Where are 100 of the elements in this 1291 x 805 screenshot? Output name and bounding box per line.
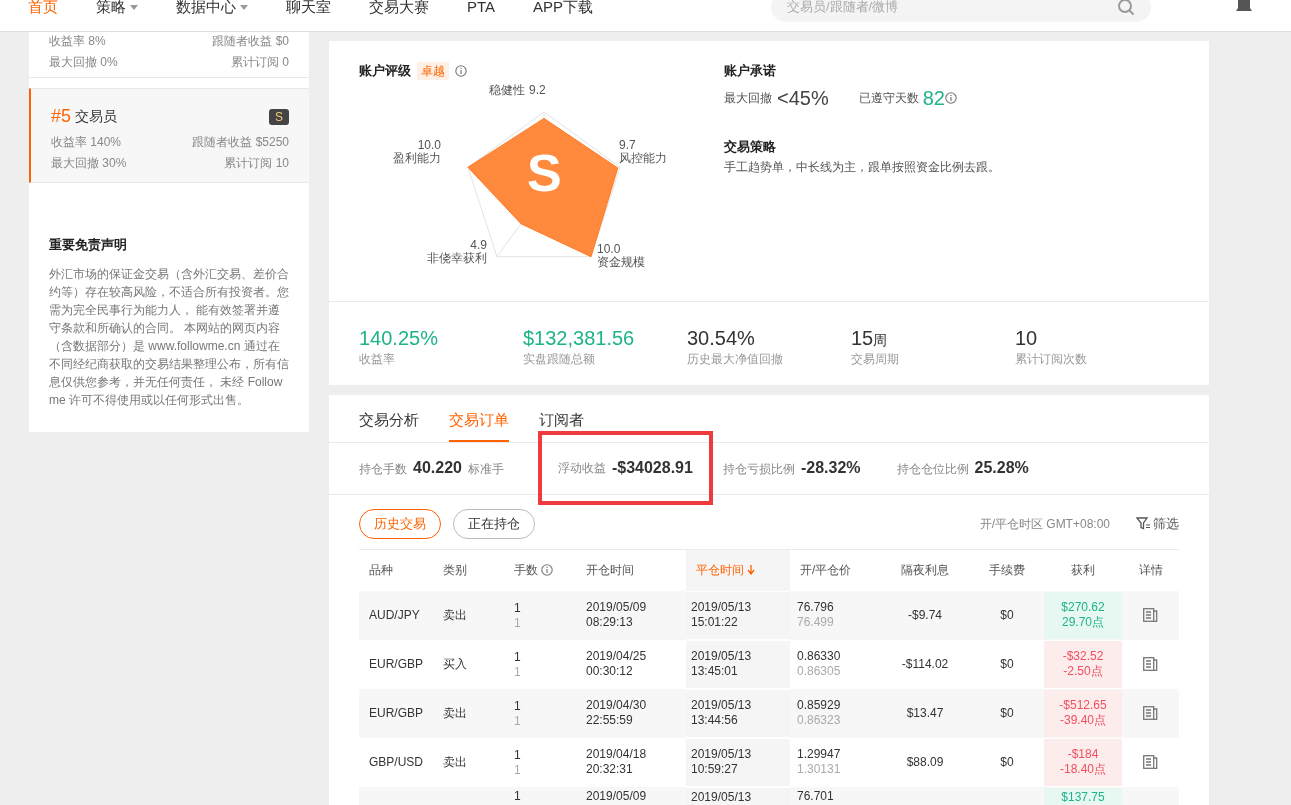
stat-label: 持仓亏损比例 [722,461,795,478]
table-cell-text: 2019/05/13 [691,789,753,805]
nav-link[interactable]: 数据中心 [176,0,248,19]
profit-cell: -$32.52 -2.50点 [1044,640,1122,688]
stat-value: 25.28% [974,458,1029,478]
caret-icon [240,4,248,10]
max-drawdown-label: 最大回撤 [724,89,772,107]
strategy-text: 手工趋势单，中长线为主，跟单按照资金比例去跟。 [724,159,1000,176]
table-cell-text: 13:44:56 [691,713,739,728]
table-cell-text: 1 [514,713,522,729]
disclaimer-text: 外汇市场的保证金交易（含外汇交易、差价合约等）存在较高风险，不适合所有投资者。您需为完全民事行为能力人， 能有效签署并遵守条款和所确认的合同。 本网站的网页内容（含数据部分）是 www.followme.cn 通过在不同经纪商获取的交易结果整理公布，所有信息仅供您参考，并无任何责任， 未经 Followme 许可不得使用或以任何形式出售。 [49,265,289,409]
info-icon[interactable] [944,91,957,104]
trader-rank: #5 [51,105,72,128]
nav-link[interactable]: 交易大赛 [369,0,429,19]
document-icon[interactable] [1143,706,1158,720]
follower-profit-stat: 跟随者收益 $0 [212,33,289,50]
column-header[interactable]: 手续费 [970,549,1044,591]
table-cell-text: 1.29947 [797,747,842,762]
table-cell-text: 1 [514,762,522,778]
summary-label: 历史最大净值回撤 [687,351,784,368]
days-label: 已遵守天数 [858,89,919,107]
nav-link[interactable]: 聊天室 [286,0,331,19]
nav-link[interactable]: PTA [467,0,496,19]
table-cell-text: $88.09 [906,754,944,771]
table-cell-text: 2019/05/09 [586,788,648,804]
table-cell-text: 1 [514,600,522,616]
table-cell-text: 2019/05/09 [586,600,648,615]
stat-value: 40.220 [413,458,462,478]
info-icon[interactable] [541,564,553,576]
table-cell-text: 卖出 [443,607,467,624]
table-cell-text: 1 [514,698,522,714]
filter-icon [1136,517,1150,530]
table-cell-text: 0.86305 [797,664,842,679]
disclaimer-title: 重要免责声明 [49,236,128,254]
table-cell-text: 20:32:31 [586,762,634,777]
column-header[interactable]: 类别 [433,549,504,591]
table-cell-text: 1 [514,788,522,804]
document-icon[interactable] [1143,657,1158,671]
subscription-stat: 累计订阅 10 [224,155,289,172]
rating-title: 账户评级 [359,62,411,80]
summary-value: 140.25% [359,326,438,350]
info-icon[interactable] [455,64,467,77]
table-cell-text: 0.86323 [797,713,842,728]
table-cell-text: 1 [514,615,522,631]
axis-label: 盈利能力 [393,150,441,165]
table-cell-text: -$9.74 [908,607,942,624]
table-cell-text: 1 [514,649,522,665]
filter-button[interactable]: 筛选 [1136,513,1179,534]
tab[interactable]: 交易分析 [359,409,419,442]
return-stat: 收益率 140% [51,134,122,151]
table-cell-text: 2019/04/25 [586,649,648,664]
tab[interactable]: 订阅者 [539,409,584,442]
nav-link[interactable]: APP下载 [533,0,594,19]
axis-label: 稳健性 [489,82,525,97]
table-cell-text: 76.796 [797,600,835,615]
subscription-stat: 累计订阅 0 [231,54,289,71]
stat-label: 持仓手数 [359,461,407,478]
stat-label: 浮动收益 [557,460,606,477]
column-header[interactable]: 手数 [504,549,576,591]
column-header[interactable]: 获利 [1044,549,1122,591]
days-value: 82 [922,85,945,111]
profit-cell: -$512.65 -39.40点 [1044,689,1122,737]
summary-unit: 周 [873,332,888,350]
document-icon[interactable] [1143,755,1158,769]
column-header[interactable]: 隔夜利息 [880,549,970,591]
table-cell-text: 00:30:12 [586,664,634,679]
table-cell-text: 1 [514,747,522,763]
column-header[interactable]: 开仓时间 [576,549,686,591]
column-header[interactable]: 开/平仓价 [790,549,880,591]
timezone-label: 开/平仓时区 GMT+08:00 [979,515,1110,533]
column-header[interactable]: 详情 [1122,549,1179,591]
column-header[interactable]: 品种 [359,549,433,591]
table-cell-text: 1 [514,664,522,680]
summary-value: 10 [1015,326,1038,350]
trader-card[interactable]: #5 交易员 S 收益率 140% 跟随者收益 $5250 最大回撤 30% 累计订阅 10 [29,88,309,183]
table-cell-text: $0 [1000,607,1014,624]
trader-card[interactable]: 收益率 8% 跟随者收益 $0 最大回撤 0% 累计订阅 0 [29,32,309,78]
axis-value: 9.2 [529,82,546,97]
document-icon[interactable] [1143,608,1158,622]
table-cell-text: EUR/GBP [369,656,423,673]
nav-link[interactable]: 策略 [96,0,138,19]
axis-label: 资金规模 [597,254,645,269]
table-cell-text: 2019/05/13 [691,747,753,762]
table-cell-text: 22:55:59 [586,713,634,728]
table-cell-text: 卖出 [443,754,467,771]
table-cell-text: 0.86330 [797,649,842,664]
table-cell-text: $0 [1000,754,1014,771]
table-cell-text: 卖出 [443,705,467,722]
follower-profit-stat: 跟随者收益 $5250 [192,134,289,151]
caret-icon [130,4,138,10]
search-icon[interactable] [1117,0,1135,16]
table-cell-text: EUR/GBP [369,705,423,722]
search-bar[interactable]: 交易员/跟随者/微博 [771,0,1151,22]
grade-badge: S [269,108,289,125]
return-stat: 收益率 8% [49,33,106,50]
bell-icon[interactable] [1235,0,1253,12]
axis-value: 10.0 [597,242,621,255]
table-cell-text: 10:59:27 [691,762,739,777]
search-field[interactable]: 交易员/跟随者/微博 [787,0,1117,17]
drawdown-stat: 最大回撤 0% [49,54,118,71]
